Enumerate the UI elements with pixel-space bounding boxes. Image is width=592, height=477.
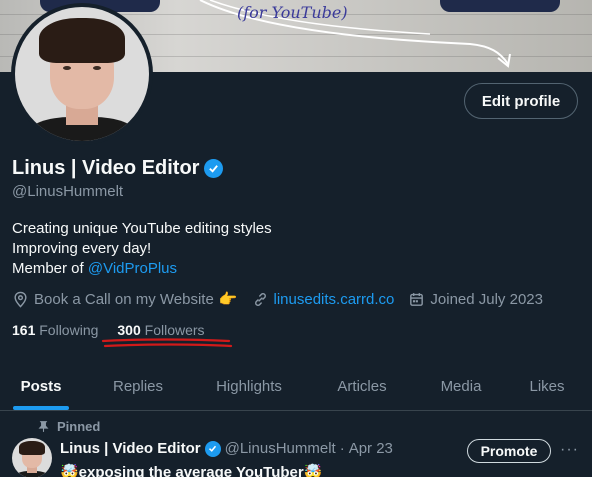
link-icon	[254, 292, 266, 306]
tab-label: Posts	[20, 377, 62, 395]
calendar-icon	[410, 292, 424, 306]
post-author-handle[interactable]: @LinusHummelt	[225, 440, 336, 457]
avatar-photo	[12, 438, 52, 477]
profile-bio: Creating unique YouTube editing styles I…	[12, 219, 272, 279]
profile-handle: @LinusHummelt	[12, 183, 124, 200]
pointing-hand-emoji: 👉	[218, 291, 238, 308]
banner-tagline: (for YouTube)	[237, 3, 348, 22]
post-author-name[interactable]: Linus | Video Editor	[60, 440, 201, 457]
post-text: 🤯exposing the average YouTuber🤯	[60, 464, 323, 477]
bio-line: Improving every day!	[12, 240, 152, 257]
mention-link[interactable]: @VidProPlus	[88, 260, 177, 277]
pin-icon	[38, 421, 49, 432]
profile-display-name: Linus | Video Editor	[12, 157, 224, 180]
profile-avatar[interactable]	[11, 3, 153, 145]
tab-replies[interactable]: Replies	[82, 362, 194, 410]
tab-media[interactable]: Media	[420, 362, 502, 410]
tab-label: Media	[440, 377, 482, 395]
post-author-avatar[interactable]	[12, 438, 52, 477]
location-text: Book a Call on my Website	[34, 290, 214, 308]
website-link[interactable]: linusedits.carrd.co	[274, 291, 395, 308]
red-underline-annotation	[101, 338, 233, 348]
tab-label: Articles	[337, 377, 387, 395]
following-link[interactable]: 161 Following	[12, 322, 98, 338]
verified-badge-icon[interactable]	[204, 159, 224, 178]
tab-likes[interactable]: Likes	[502, 362, 592, 410]
promote-button[interactable]: Promote	[467, 439, 551, 463]
post-date[interactable]: Apr 23	[349, 440, 393, 457]
profile-tabs: Posts Replies Highlights Articles Media …	[0, 362, 592, 411]
edit-profile-button[interactable]: Edit profile	[464, 83, 578, 119]
tab-label: Replies	[112, 377, 164, 395]
joined-item: Joined July 2023	[408, 291, 543, 308]
tab-label: Highlights	[216, 377, 282, 395]
tab-highlights[interactable]: Highlights	[194, 362, 304, 410]
profile-meta: Book a Call on my Website 👉 linusedits.c…	[12, 290, 557, 308]
following-label: Following	[39, 322, 99, 338]
tab-label: Likes	[529, 377, 565, 395]
followers-count: 300	[117, 322, 141, 338]
bio-line: Member of @VidProPlus	[12, 259, 272, 279]
bio-text: Member of	[12, 260, 88, 277]
tab-articles[interactable]: Articles	[304, 362, 420, 410]
bio-line: Creating unique YouTube editing styles	[12, 220, 272, 237]
pinned-indicator: Pinned	[37, 419, 100, 434]
post-header: Linus | Video Editor @LinusHummelt · Apr…	[60, 440, 393, 457]
follow-stats: 161 Following 300 Followers	[12, 322, 224, 338]
pinned-label: Pinned	[57, 419, 101, 434]
location-pin-icon	[14, 291, 27, 308]
active-tab-indicator	[13, 406, 69, 410]
joined-date: Joined July 2023	[430, 290, 543, 308]
verified-badge-icon[interactable]	[204, 440, 221, 457]
tab-posts[interactable]: Posts	[0, 362, 82, 410]
display-name-text: Linus | Video Editor	[12, 157, 200, 179]
website-item: linusedits.carrd.co	[252, 291, 395, 308]
followers-link[interactable]: 300 Followers	[117, 322, 204, 338]
following-count: 161	[12, 322, 36, 338]
more-options-icon[interactable]: ···	[560, 441, 579, 459]
post-separator: ·	[339, 440, 345, 457]
avatar-photo	[15, 7, 149, 141]
followers-label: Followers	[144, 322, 205, 338]
location-item: Book a Call on my Website 👉	[12, 290, 238, 308]
